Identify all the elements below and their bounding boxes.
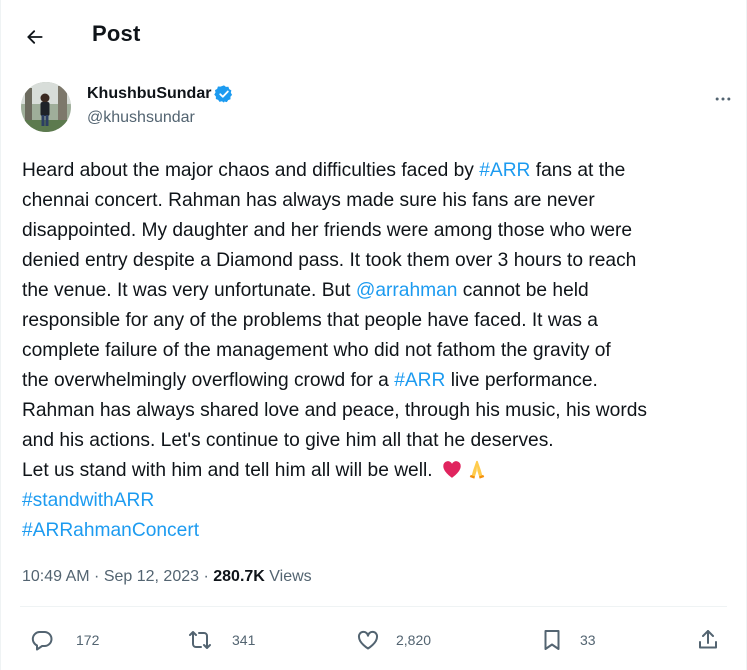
tweet-text-segment: cannot be held <box>457 280 589 301</box>
tweet-line: Heard about the major chaos and difficul… <box>22 156 727 186</box>
verified-badge-icon <box>214 85 233 103</box>
back-button[interactable] <box>18 20 52 54</box>
tweet-line: denied entry despite a Diamond pass. It … <box>22 246 727 276</box>
avatar-image <box>21 82 71 132</box>
repost-count: 341 <box>232 632 256 648</box>
tweet-line: Let us stand with him and tell him all w… <box>22 456 727 486</box>
hashtag-link[interactable]: #ARR <box>394 370 445 391</box>
tweet-line: Rahman has always shared love and peace,… <box>22 396 727 426</box>
tweet-text-segment: Heard about the major chaos and difficul… <box>22 160 480 181</box>
tweet-text-segment: the overwhelmingly overflowing crowd for… <box>22 370 395 391</box>
tweet-line: #standwithARR <box>22 486 727 516</box>
tweet-line: #ARRahmanConcert <box>22 516 727 546</box>
tweet-line: the venue. It was very unfortunate. But … <box>22 276 727 306</box>
author-block: KhushbuSundar @khushsundar <box>20 80 740 136</box>
more-options-button[interactable] <box>708 84 738 114</box>
bookmark-icon <box>544 630 560 650</box>
author-handle[interactable]: @khushsundar <box>87 109 195 127</box>
reply-count: 172 <box>76 632 100 648</box>
hashtag-link[interactable]: #ARRahmanConcert <box>22 520 199 541</box>
like-count: 2,820 <box>396 632 432 648</box>
avatar[interactable] <box>21 82 71 132</box>
action-bar: 172 341 2,820 33 <box>20 620 727 660</box>
reply-button[interactable]: 172 <box>30 620 99 660</box>
more-horizontal-icon <box>715 97 731 101</box>
author-display-name[interactable]: KhushbuSundar <box>87 85 211 103</box>
hashtag-link[interactable]: #ARR <box>479 160 530 181</box>
post-header: Post <box>0 0 747 68</box>
bookmark-button[interactable]: 33 <box>540 620 596 660</box>
reply-bubble-icon <box>31 631 53 651</box>
tweet-text-segment: denied entry despite a Diamond pass. It … <box>22 250 637 271</box>
bookmark-count: 33 <box>580 632 596 648</box>
views-count: 280.7K <box>213 568 265 585</box>
tweet-text-segment: complete failure of the management who d… <box>22 340 611 361</box>
like-button[interactable]: 2,820 <box>356 620 431 660</box>
tweet-line: responsible for any of the problems that… <box>22 306 727 336</box>
tweet-text-segment: responsible for any of the problems that… <box>22 310 598 331</box>
tweet-text-segment: fans at the <box>530 160 626 181</box>
author-name-row: KhushbuSundar <box>87 84 234 104</box>
post-meta: 10:49 AM · Sep 12, 2023 · 280.7K Views <box>22 568 312 586</box>
hashtag-link[interactable]: #standwithARR <box>22 490 154 511</box>
views-label: Views <box>264 568 312 585</box>
tweet-text-segment: Rahman has always shared love and peace,… <box>22 400 647 421</box>
tweet-line: disappointed. My daughter and her friend… <box>22 216 727 246</box>
tweet-text-segment: disappointed. My daughter and her friend… <box>22 220 633 241</box>
page-title: Post <box>92 21 141 46</box>
post-date[interactable]: Sep 12, 2023 <box>104 568 199 585</box>
tweet-text: Heard about the major chaos and difficul… <box>22 156 727 546</box>
post-page: Post KhushbuSundar @khushsundar Heard ab… <box>0 0 747 670</box>
meta-separator: · <box>89 568 104 585</box>
tweet-line: chennai concert. Rahman has always made … <box>22 186 727 216</box>
tweet-line: complete failure of the management who d… <box>22 336 727 366</box>
actions-divider <box>20 606 727 607</box>
post-time[interactable]: 10:49 AM <box>22 568 90 585</box>
tweet-text-segment: and his actions. Let's continue to give … <box>22 430 554 451</box>
mention-link[interactable]: @arrahman <box>356 280 458 301</box>
tweet-text-segment: live performance. <box>445 370 598 391</box>
folded-hands-emoji-icon <box>466 458 488 480</box>
tweet-text-segment: Let us stand with him and tell him all w… <box>22 460 438 481</box>
repost-button[interactable]: 341 <box>188 620 255 660</box>
tweet-line: and his actions. Let's continue to give … <box>22 426 727 456</box>
heart-icon <box>357 630 379 650</box>
left-border <box>0 0 1 670</box>
arrow-left-icon <box>27 30 43 44</box>
red-heart-emoji-icon <box>441 458 463 480</box>
tweet-line: the overwhelmingly overflowing crowd for… <box>22 366 727 396</box>
share-button[interactable] <box>696 620 720 660</box>
meta-separator: · <box>199 568 214 585</box>
tweet-text-segment: chennai concert. Rahman has always made … <box>22 190 595 211</box>
repost-icon <box>189 631 211 649</box>
share-upload-icon <box>699 630 717 649</box>
tweet-text-segment: the venue. It was very unfortunate. But <box>22 280 356 301</box>
